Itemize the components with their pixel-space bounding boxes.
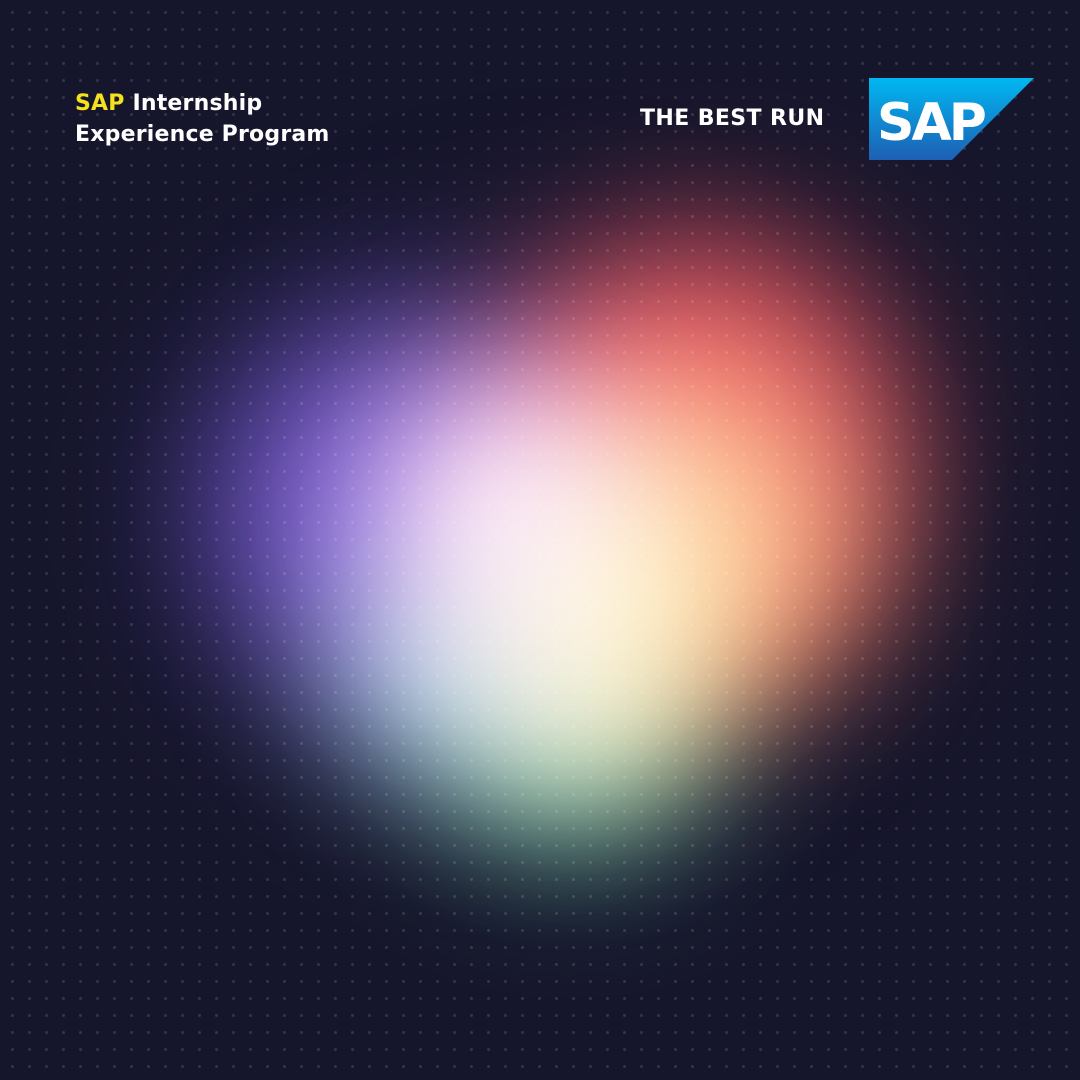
sap-logo-text: SAP — [877, 93, 985, 153]
poster-canvas: SAP Internship Experience Program THE BE… — [0, 0, 1080, 1080]
dot-grid-overlay — [0, 0, 1080, 1080]
orb-orange-region — [560, 360, 900, 720]
orb-purple-region — [170, 280, 590, 740]
program-title-accent: SAP — [75, 91, 125, 116]
orb-red-region — [470, 220, 950, 680]
program-title: SAP Internship Experience Program — [75, 88, 330, 150]
program-title-rest: Internship — [124, 91, 263, 116]
gradient-orb — [0, 0, 1080, 1080]
orb-pink-center — [360, 360, 660, 660]
orb-green-region — [400, 640, 740, 860]
tagline: THE BEST RUN — [640, 106, 825, 131]
orb-lime-region — [470, 590, 710, 790]
sap-logo: SAP — [869, 78, 1034, 160]
program-title-line2: Experience Program — [75, 122, 330, 147]
orb-yellow-region — [440, 430, 770, 760]
orb-cyan-region — [300, 560, 600, 780]
orb-halo — [150, 140, 970, 900]
